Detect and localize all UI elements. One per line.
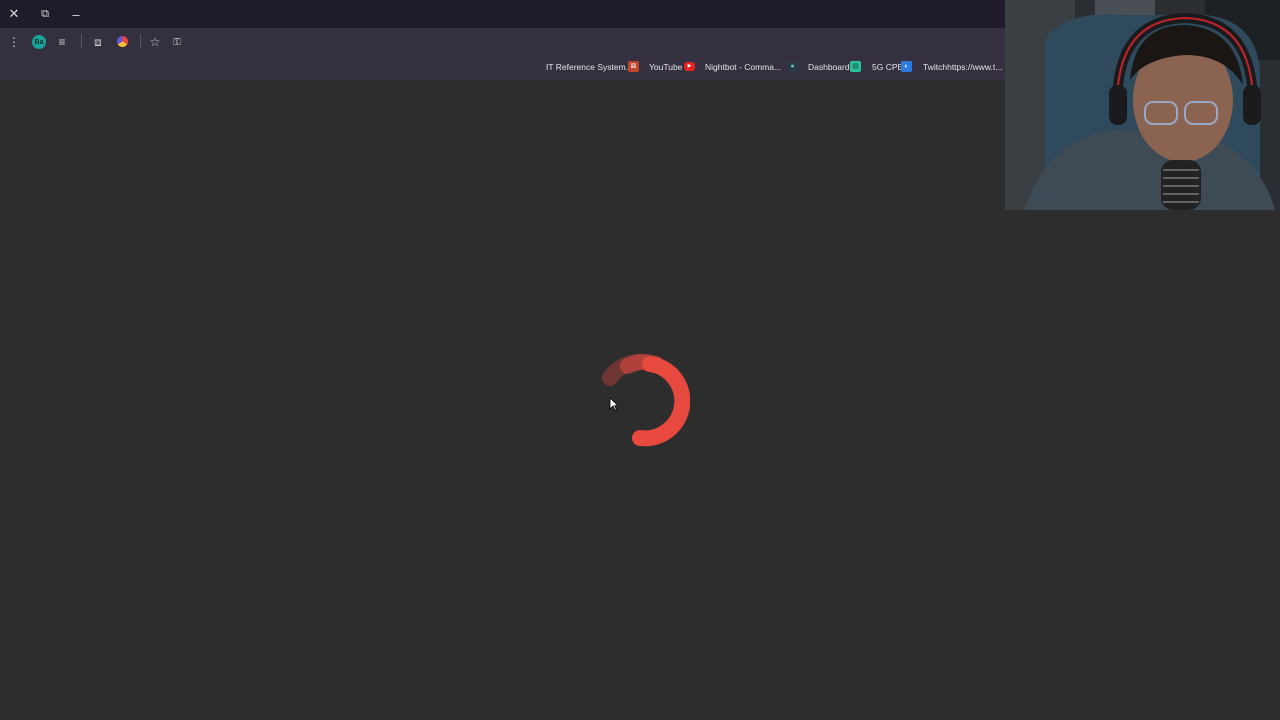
bookmark-dashboard[interactable]: Dashboard — [808, 61, 850, 73]
bookmark-twitch[interactable]: Twitchhttps://www.t... — [923, 61, 1002, 73]
reading-list-icon[interactable]: ≡ — [52, 32, 72, 52]
mouse-cursor-icon — [609, 397, 619, 411]
extensions-icon[interactable]: ⧈ — [88, 32, 108, 52]
bookmark-nightbot[interactable]: Nightbot - Comma... — [705, 61, 781, 73]
streamer-webcam-image — [1005, 0, 1280, 210]
bookmark-it-reference[interactable]: IT Reference System... — [546, 61, 633, 73]
bookmark-youtube[interactable]: YouTube — [649, 61, 682, 73]
star-icon[interactable]: ☆ — [145, 32, 165, 52]
minimize-icon[interactable]: – — [65, 4, 87, 24]
color-extension-icon[interactable] — [117, 36, 128, 47]
youtube-favicon: ▶ — [684, 62, 695, 71]
5g-cpe-favicon: ◐ — [901, 61, 912, 72]
restore-icon[interactable]: ⧉ — [34, 4, 56, 24]
toolbar-divider — [81, 34, 82, 48]
it-reference-favicon: ⊠ — [628, 61, 639, 72]
dashboard-favicon: ▤ — [850, 61, 861, 72]
bookmark-5g-cpe[interactable]: 5G CPE — [872, 61, 903, 73]
profile-initials: Ba — [34, 38, 44, 46]
menu-dots-icon[interactable]: ⋮ — [4, 32, 24, 52]
webcam-overlay — [1005, 0, 1280, 210]
profile-avatar[interactable]: Ba — [32, 35, 46, 49]
toolbar-divider — [140, 34, 141, 48]
password-key-icon[interactable]: ⚿ — [167, 32, 187, 52]
nightbot-favicon: ● — [787, 61, 798, 72]
close-icon[interactable]: ✕ — [3, 4, 25, 24]
